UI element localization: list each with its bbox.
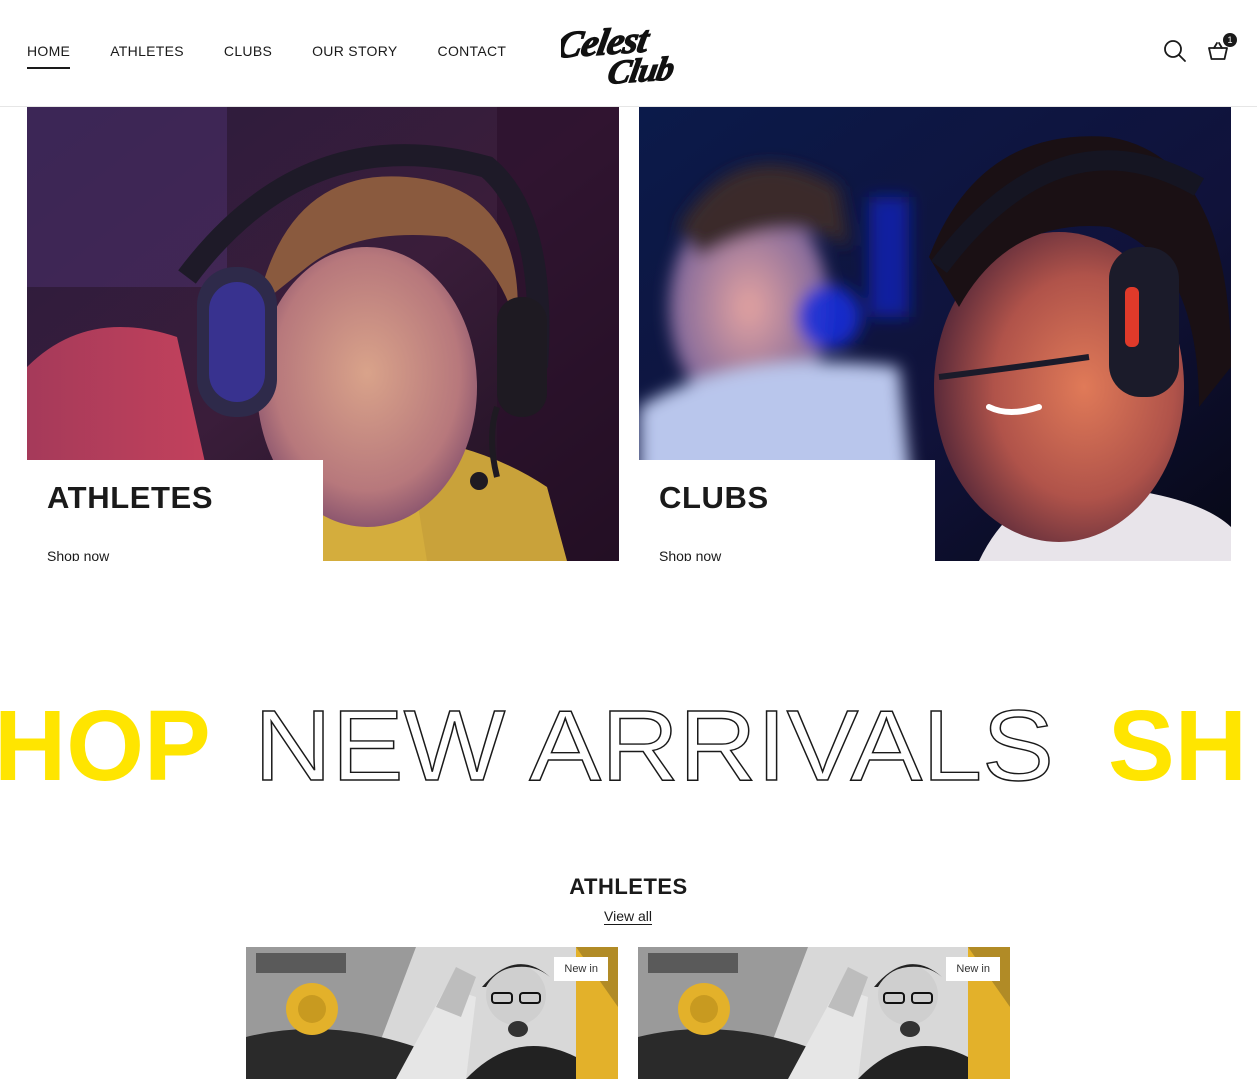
new-in-badge: New in <box>946 957 1000 981</box>
new-arrivals-marquee: HOP NEW ARRIVALS SH <box>0 680 1257 800</box>
logo-graphic: Celest Club <box>553 18 678 92</box>
nav-clubs[interactable]: CLUBS <box>224 43 272 69</box>
site-header: HOME ATHLETES CLUBS OUR STORY CONTACT Ce… <box>0 0 1257 107</box>
marquee-graphic: HOP NEW ARRIVALS SH <box>0 689 1247 800</box>
product-card[interactable]: New in <box>638 947 1010 1079</box>
search-button[interactable] <box>1160 36 1190 66</box>
logo-line-2: Club <box>605 50 677 90</box>
category-card-clubs[interactable]: CLUBS Shop now <box>639 107 1231 561</box>
cart-count-badge: 1 <box>1223 33 1237 47</box>
nav-contact[interactable]: CONTACT <box>438 43 507 69</box>
new-in-badge: New in <box>554 957 608 981</box>
marquee-text-left: HOP <box>0 690 211 800</box>
marquee-text-outline: NEW ARRIVALS <box>254 690 1054 800</box>
cart-button[interactable]: 1 <box>1203 33 1237 66</box>
view-all-link[interactable]: View all <box>604 908 652 924</box>
athletes-caption: ATHLETES Shop now <box>27 460 323 561</box>
main-nav: HOME ATHLETES CLUBS OUR STORY CONTACT <box>27 43 546 69</box>
clubs-caption: CLUBS Shop now <box>639 460 935 561</box>
clubs-shop-now-link[interactable]: Shop now <box>659 548 721 561</box>
athletes-shop-now-link[interactable]: Shop now <box>47 548 109 561</box>
clubs-title: CLUBS <box>659 480 769 515</box>
product-card[interactable]: New in <box>246 947 618 1079</box>
section-title: ATHLETES <box>569 874 688 899</box>
category-card-athletes[interactable]: ATHLETES Shop now <box>27 107 619 561</box>
site-logo[interactable]: Celest Club <box>553 14 695 92</box>
nav-our-story[interactable]: OUR STORY <box>312 43 397 69</box>
search-icon <box>1164 40 1186 62</box>
marquee-text-right: SH <box>1108 690 1247 800</box>
nav-home[interactable]: HOME <box>27 43 71 69</box>
nav-athletes[interactable]: ATHLETES <box>110 43 184 69</box>
athletes-title: ATHLETES <box>47 480 214 515</box>
